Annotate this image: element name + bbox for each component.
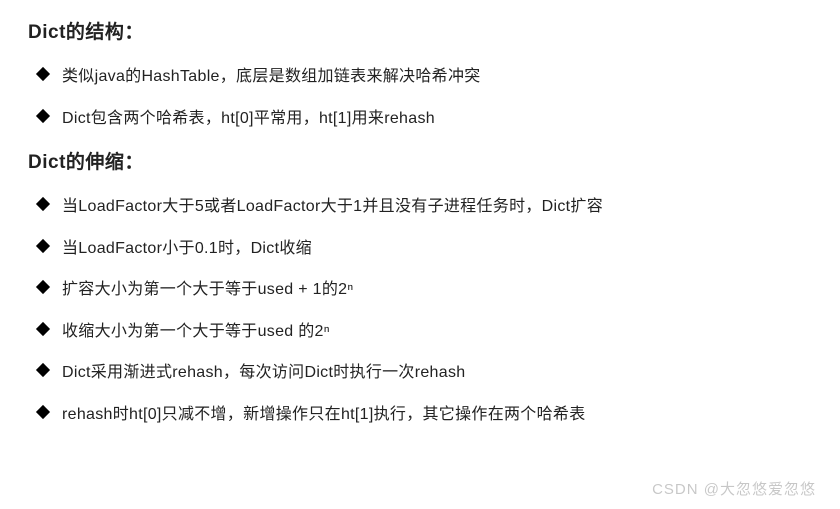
list-item-text: Dict采用渐进式rehash，每次访问Dict时执行一次rehash	[62, 364, 465, 381]
section-heading: Dict的结构：	[28, 18, 812, 48]
bullet-list: 当LoadFactor大于5或者LoadFactor大于1并且没有子进程任务时，…	[28, 194, 812, 428]
list-item: Dict采用渐进式rehash，每次访问Dict时执行一次rehash	[38, 360, 812, 386]
list-item-text: 收缩大小为第一个大于等于used 的2ⁿ	[62, 323, 330, 340]
diamond-icon	[36, 109, 50, 123]
diamond-icon	[36, 363, 50, 377]
list-item-text: Dict包含两个哈希表，ht[0]平常用，ht[1]用来rehash	[62, 110, 435, 127]
list-item: Dict包含两个哈希表，ht[0]平常用，ht[1]用来rehash	[38, 106, 812, 132]
list-item-text: 当LoadFactor大于5或者LoadFactor大于1并且没有子进程任务时，…	[62, 198, 603, 215]
list-item: 当LoadFactor小于0.1时，Dict收缩	[38, 236, 812, 262]
list-item: rehash时ht[0]只减不增，新增操作只在ht[1]执行，其它操作在两个哈希…	[38, 402, 812, 428]
section-heading: Dict的伸缩：	[28, 148, 812, 178]
list-item-text: 当LoadFactor小于0.1时，Dict收缩	[62, 240, 312, 257]
list-item-text: 扩容大小为第一个大于等于used + 1的2ⁿ	[62, 281, 353, 298]
diamond-icon	[36, 405, 50, 419]
bullet-list: 类似java的HashTable，底层是数组加链表来解决哈希冲突 Dict包含两…	[28, 64, 812, 131]
diamond-icon	[36, 280, 50, 294]
list-item: 收缩大小为第一个大于等于used 的2ⁿ	[38, 319, 812, 345]
list-item-text: 类似java的HashTable，底层是数组加链表来解决哈希冲突	[62, 68, 481, 85]
list-item: 类似java的HashTable，底层是数组加链表来解决哈希冲突	[38, 64, 812, 90]
diamond-icon	[36, 238, 50, 252]
watermark: CSDN @大忽悠爱忽悠	[652, 478, 816, 499]
diamond-icon	[36, 197, 50, 211]
list-item: 扩容大小为第一个大于等于used + 1的2ⁿ	[38, 277, 812, 303]
diamond-icon	[36, 67, 50, 81]
list-item: 当LoadFactor大于5或者LoadFactor大于1并且没有子进程任务时，…	[38, 194, 812, 220]
diamond-icon	[36, 322, 50, 336]
document-page: Dict的结构： 类似java的HashTable，底层是数组加链表来解决哈希冲…	[0, 0, 840, 428]
list-item-text: rehash时ht[0]只减不增，新增操作只在ht[1]执行，其它操作在两个哈希…	[62, 406, 586, 423]
